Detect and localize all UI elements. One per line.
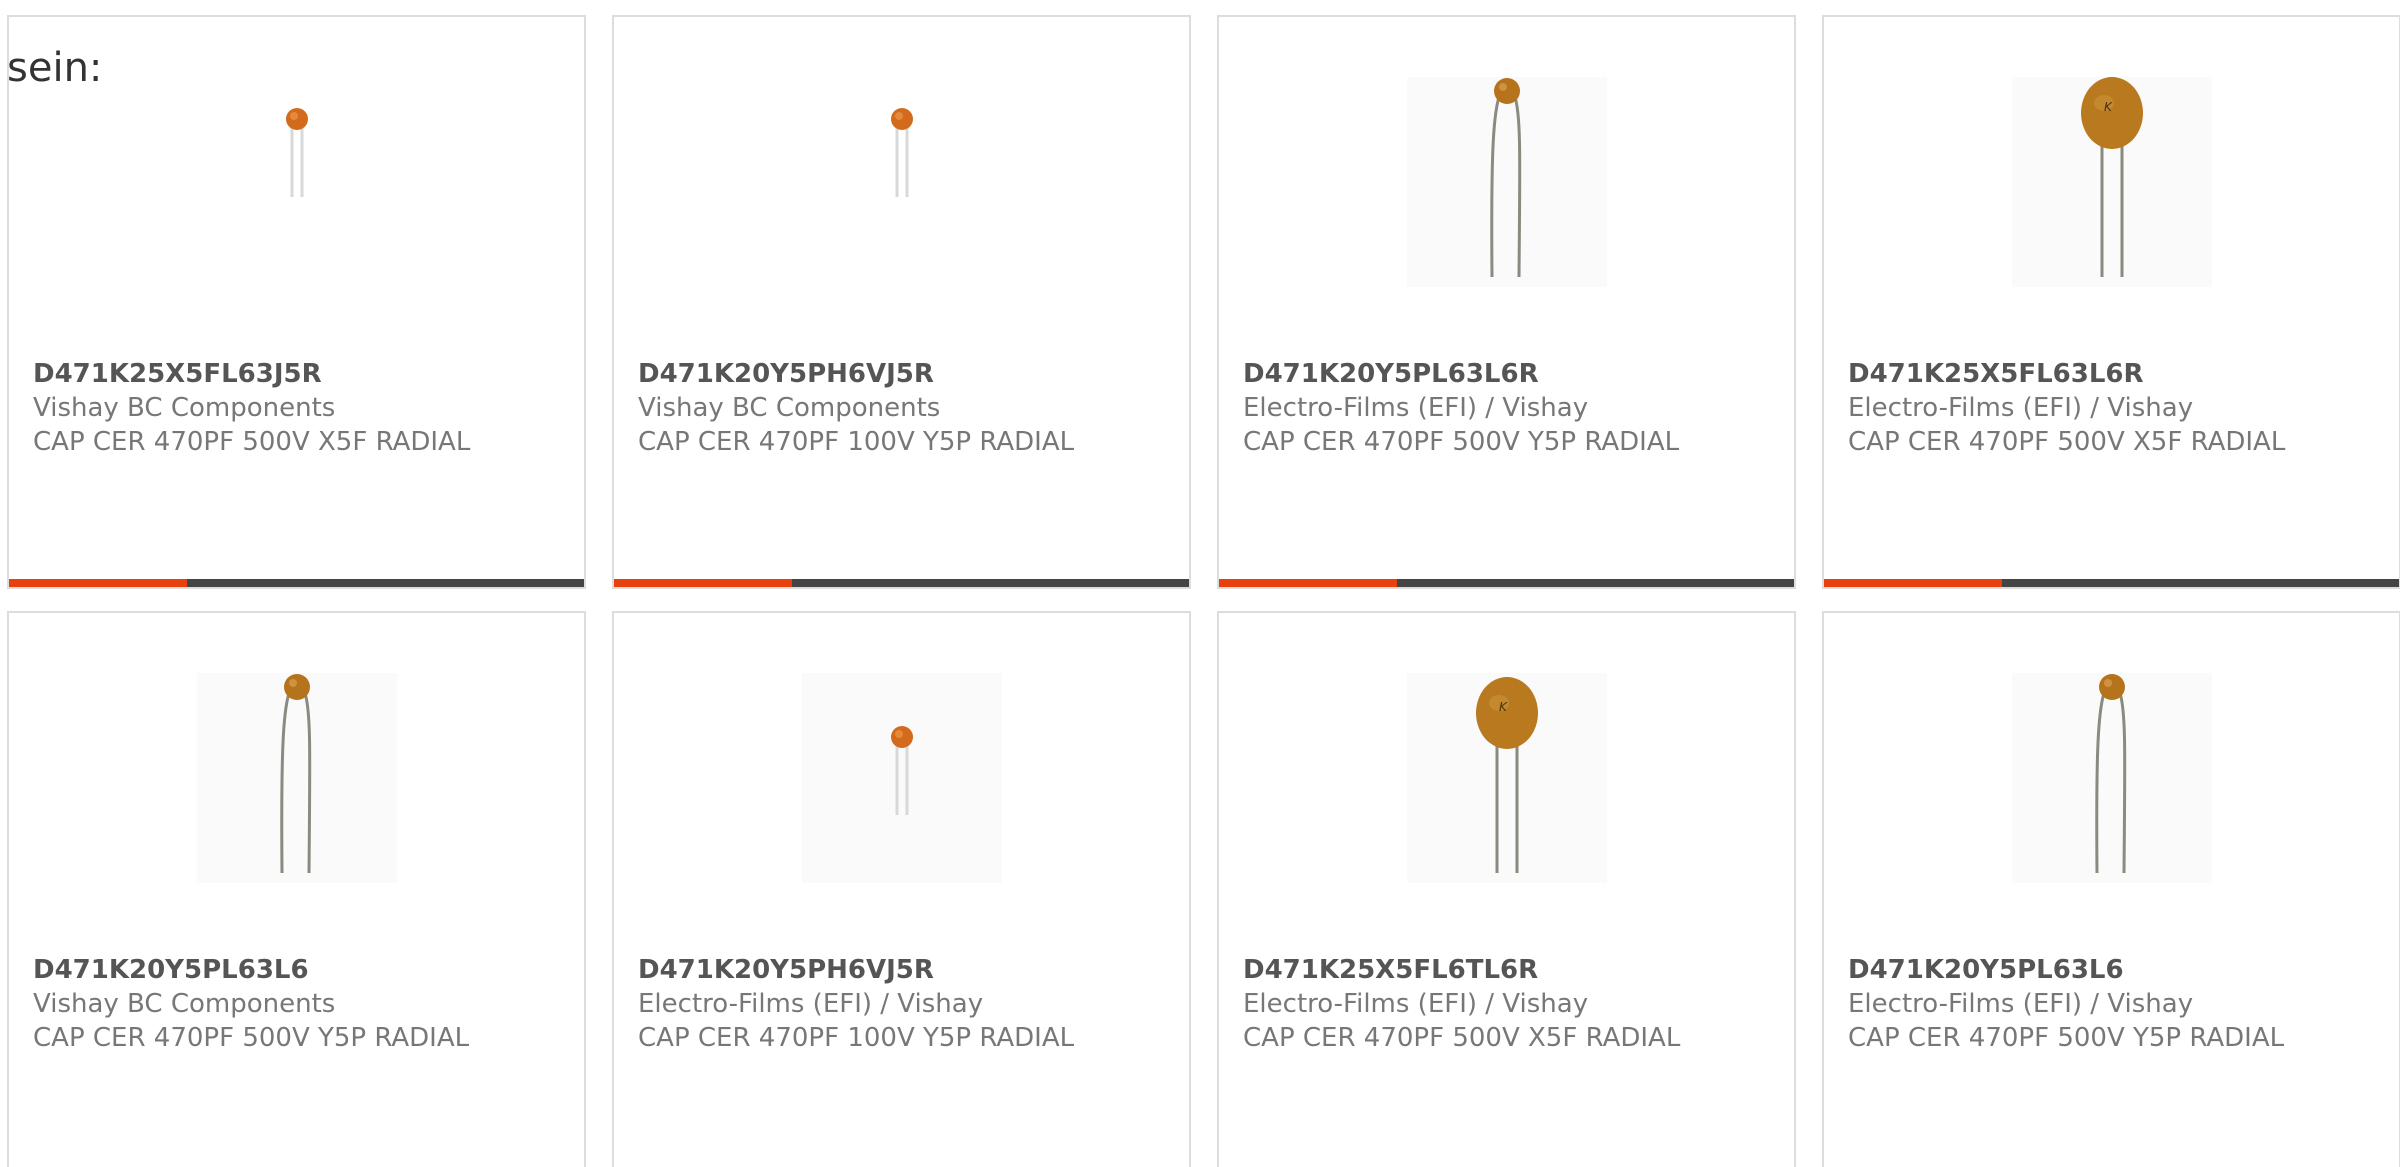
part-number[interactable]: D471K25X5FL63L6R (1848, 357, 2328, 391)
svg-text:K: K (1499, 700, 1508, 714)
large-brown-disc-capacitor-image: K (2011, 77, 2212, 287)
manufacturer: Electro-Films (EFI) / Vishay (1848, 393, 2194, 423)
product-card[interactable]: D471K20Y5PH6VJ5R Vishay BC Components CA… (612, 15, 1191, 589)
product-info: D471K20Y5PL63L6 Vishay BC Components CAP… (33, 953, 513, 1055)
product-info: D471K20Y5PL63L6R Electro-Films (EFI) / V… (1243, 357, 1723, 459)
product-info: D471K25X5FL63J5R Vishay BC Components CA… (33, 357, 513, 459)
small-orange-capacitor-image (802, 77, 1002, 287)
part-number[interactable]: D471K20Y5PL63L6 (1848, 953, 2328, 987)
product-card[interactable]: D471K25X5FL63J5R Vishay BC Components CA… (7, 15, 586, 589)
progress-bar-fill (614, 579, 793, 587)
brown-capacitor-long-leads-image (196, 673, 397, 883)
description: CAP CER 470PF 500V X5F RADIAL (33, 427, 471, 457)
manufacturer: Electro-Films (EFI) / Vishay (638, 989, 984, 1019)
large-brown-disc-capacitor-image: K (1406, 673, 1607, 883)
product-info: D471K20Y5PH6VJ5R Electro-Films (EFI) / V… (638, 953, 1118, 1055)
product-info: D471K25X5FL63L6R Electro-Films (EFI) / V… (1848, 357, 2328, 459)
svg-text:K: K (2104, 100, 2113, 114)
product-info: D471K20Y5PL63L6 Electro-Films (EFI) / Vi… (1848, 953, 2328, 1055)
brown-capacitor-long-leads-image (1406, 77, 1607, 287)
description: CAP CER 470PF 500V Y5P RADIAL (1848, 1023, 2285, 1053)
part-number[interactable]: D471K20Y5PL63L6R (1243, 357, 1723, 391)
progress-bar-fill (1824, 579, 2003, 587)
part-number[interactable]: D471K20Y5PH6VJ5R (638, 357, 1118, 391)
manufacturer: Electro-Films (EFI) / Vishay (1243, 393, 1589, 423)
progress-bar-fill (1219, 579, 1398, 587)
product-card[interactable]: K D471K25X5FL6TL6R Electro-Films (EFI) /… (1217, 611, 1796, 1167)
product-listing-page: sein: D471K25X5FL63J5R Vishay BC Compone… (0, 0, 2400, 1167)
part-number[interactable]: D471K25X5FL6TL6R (1243, 953, 1723, 987)
manufacturer: Electro-Films (EFI) / Vishay (1243, 989, 1589, 1019)
product-info: D471K20Y5PH6VJ5R Vishay BC Components CA… (638, 357, 1118, 459)
product-card[interactable]: D471K20Y5PL63L6 Electro-Films (EFI) / Vi… (1822, 611, 2400, 1167)
product-grid: D471K25X5FL63J5R Vishay BC Components CA… (7, 15, 2400, 1167)
description: CAP CER 470PF 100V Y5P RADIAL (638, 1023, 1075, 1053)
progress-bar (614, 579, 1189, 587)
manufacturer: Vishay BC Components (33, 393, 336, 423)
description: CAP CER 470PF 500V Y5P RADIAL (33, 1023, 470, 1053)
small-orange-capacitor-image (801, 673, 1002, 883)
brown-capacitor-long-leads-image (2011, 673, 2212, 883)
product-card[interactable]: D471K20Y5PL63L6R Electro-Films (EFI) / V… (1217, 15, 1796, 589)
manufacturer: Vishay BC Components (638, 393, 941, 423)
description: CAP CER 470PF 100V Y5P RADIAL (638, 427, 1075, 457)
progress-bar (9, 579, 584, 587)
product-card[interactable]: K D471K25X5FL63L6R Electro-Films (EFI) /… (1822, 15, 2400, 589)
description: CAP CER 470PF 500V X5F RADIAL (1848, 427, 2286, 457)
description: CAP CER 470PF 500V Y5P RADIAL (1243, 427, 1680, 457)
progress-bar (1219, 579, 1794, 587)
intro-text: sein: (7, 45, 103, 91)
description: CAP CER 470PF 500V X5F RADIAL (1243, 1023, 1681, 1053)
part-number[interactable]: D471K25X5FL63J5R (33, 357, 513, 391)
product-info: D471K25X5FL6TL6R Electro-Films (EFI) / V… (1243, 953, 1723, 1055)
part-number[interactable]: D471K20Y5PL63L6 (33, 953, 513, 987)
small-orange-capacitor-image (197, 77, 397, 287)
progress-bar-fill (9, 579, 188, 587)
manufacturer: Electro-Films (EFI) / Vishay (1848, 989, 2194, 1019)
product-card[interactable]: D471K20Y5PH6VJ5R Electro-Films (EFI) / V… (612, 611, 1191, 1167)
part-number[interactable]: D471K20Y5PH6VJ5R (638, 953, 1118, 987)
progress-bar (1824, 579, 2399, 587)
product-card[interactable]: D471K20Y5PL63L6 Vishay BC Components CAP… (7, 611, 586, 1167)
manufacturer: Vishay BC Components (33, 989, 336, 1019)
